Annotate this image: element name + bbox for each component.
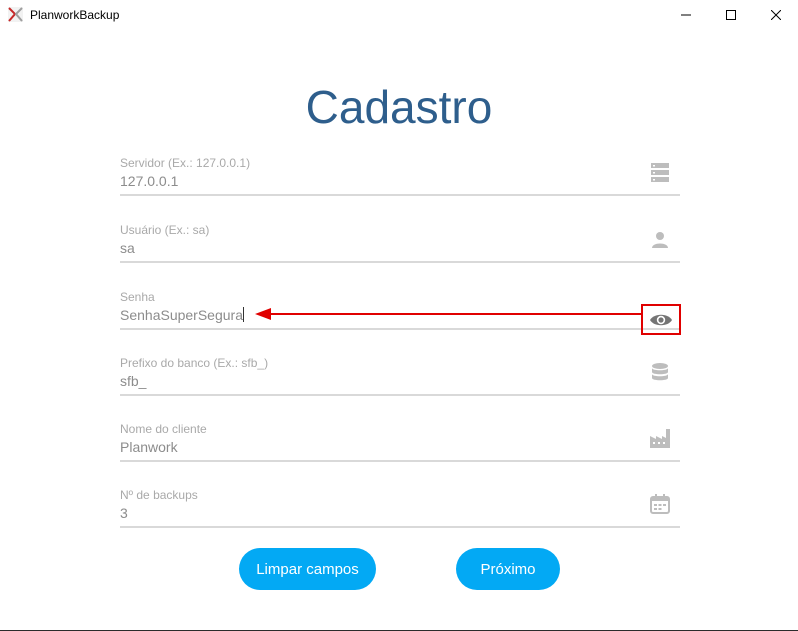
app-logo-icon xyxy=(8,7,23,22)
annotation-arrow xyxy=(255,308,643,320)
backup-count-field[interactable]: Nº de backups 3 xyxy=(120,488,680,528)
show-password-toggle[interactable] xyxy=(641,304,681,335)
client-name-input[interactable]: Planwork xyxy=(120,438,178,456)
page-title: Cadastro xyxy=(305,81,493,133)
database-icon xyxy=(652,363,668,381)
server-input[interactable]: 127.0.0.1 xyxy=(120,172,178,190)
calendar-icon xyxy=(650,494,670,514)
db-prefix-label: Prefixo do banco (Ex.: sfb_) xyxy=(120,356,269,370)
client-name-label: Nome do cliente xyxy=(120,422,207,436)
password-input[interactable]: SenhaSuperSegura xyxy=(120,306,244,324)
db-prefix-input[interactable]: sfb_ xyxy=(120,372,146,390)
close-button[interactable] xyxy=(753,0,798,30)
password-value: SenhaSuperSegura xyxy=(120,307,243,323)
window-title: PlanworkBackup xyxy=(30,8,120,22)
maximize-button[interactable] xyxy=(708,0,754,30)
factory-icon xyxy=(650,429,670,448)
maximize-icon xyxy=(726,10,736,20)
clear-fields-button[interactable]: Limpar campos xyxy=(239,548,376,590)
minimize-button[interactable] xyxy=(663,0,709,30)
eye-icon xyxy=(650,314,672,325)
client-name-field[interactable]: Nome do cliente Planwork xyxy=(120,422,680,462)
user-field[interactable]: Usuário (Ex.: sa) sa xyxy=(120,223,680,263)
user-input[interactable]: sa xyxy=(120,239,135,257)
text-caret xyxy=(243,307,244,322)
title-bar: PlanworkBackup xyxy=(0,0,798,30)
minimize-icon xyxy=(681,14,691,16)
db-prefix-field[interactable]: Prefixo do banco (Ex.: sfb_) sfb_ xyxy=(120,356,680,396)
server-field[interactable]: Servidor (Ex.: 127.0.0.1) 127.0.0.1 xyxy=(120,156,680,196)
user-label: Usuário (Ex.: sa) xyxy=(120,223,210,237)
backup-count-label: Nº de backups xyxy=(120,488,198,502)
next-button[interactable]: Próximo xyxy=(456,548,560,590)
server-icon xyxy=(651,163,669,182)
backup-count-input[interactable]: 3 xyxy=(120,504,128,522)
server-label: Servidor (Ex.: 127.0.0.1) xyxy=(120,156,251,170)
user-icon xyxy=(652,232,668,248)
close-icon xyxy=(771,10,781,20)
app-window: PlanworkBackup Cadastro Servidor (Ex.: 1… xyxy=(0,0,798,631)
password-label: Senha xyxy=(120,290,155,304)
